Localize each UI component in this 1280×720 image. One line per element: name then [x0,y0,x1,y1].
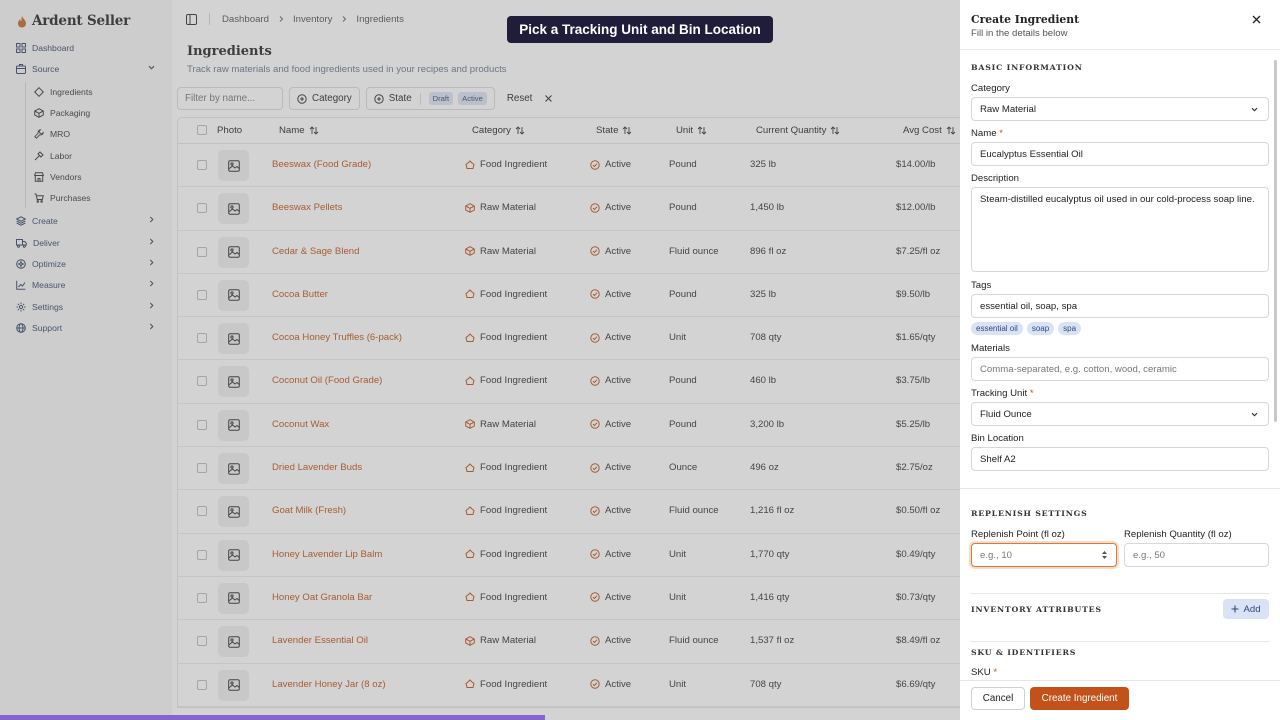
bin-location-value: Shelf A2 [980,453,1016,465]
required-marker: * [993,667,998,678]
materials-label: Materials [971,343,1010,354]
cancel-button[interactable]: Cancel [971,687,1025,710]
bin-location-label: Bin Location [971,433,1024,444]
description-label: Description [971,173,1019,184]
replenish-point-input[interactable]: e.g., 10 [971,543,1117,567]
tags-input[interactable]: essential oil, soap, spa [971,294,1269,318]
section-inventory-attributes: INVENTORY ATTRIBUTES [971,605,1102,614]
required-marker: * [1029,388,1034,399]
name-label: Name * [971,128,1003,139]
section-sku-identifiers: SKU & IDENTIFIERS [971,648,1077,657]
divider [960,49,1280,50]
description-value: Steam-distilled eucalyptus oil used in o… [980,194,1255,205]
create-ingredient-button[interactable]: Create Ingredient [1030,687,1129,710]
modal-backdrop[interactable] [0,0,960,720]
sku-label-text: SKU [971,667,991,678]
panel-scrollbar[interactable] [1274,60,1277,422]
replenish-quantity-label: Replenish Quantity (fl oz) [1124,529,1232,540]
materials-input[interactable]: Comma-separated, e.g. cotton, wood, cera… [971,357,1269,381]
tag-chip[interactable]: spa [1058,322,1082,335]
section-basic-information: BASIC INFORMATION [971,63,1083,72]
tracking-unit-select[interactable]: Fluid Ounce [971,402,1269,426]
required-marker: * [999,128,1003,139]
sku-label: SKU * [971,667,997,678]
category-select[interactable]: Raw Material [971,97,1269,121]
name-label-text: Name [971,128,997,139]
tags-label: Tags [971,280,992,291]
panel-subtitle: Fill in the details below [971,28,1068,39]
close-icon[interactable] [1252,15,1261,24]
name-input[interactable]: Eucalyptus Essential Oil [971,142,1269,166]
tracking-unit-label: Tracking Unit * [971,388,1034,399]
add-label: Add [1243,603,1261,615]
tag-chip[interactable]: soap [1026,322,1055,335]
bin-location-input[interactable]: Shelf A2 [971,447,1269,471]
add-attribute-button[interactable]: Add [1223,599,1269,619]
category-label: Category [971,83,1010,94]
instruction-tooltip: Pick a Tracking Unit and Bin Location [507,16,773,43]
divider [971,641,1269,642]
replenish-quantity-placeholder: e.g., 50 [1133,549,1166,561]
plus-icon [1231,605,1239,613]
replenish-point-label: Replenish Point (fl oz) [971,529,1065,540]
name-value: Eucalyptus Essential Oil [980,148,1083,160]
tracking-unit-label-text: Tracking Unit [971,388,1028,399]
section-replenish-settings: REPLENISH SETTINGS [971,509,1088,518]
create-ingredient-panel: Create Ingredient Fill in the details be… [960,0,1280,720]
divider [960,488,1280,489]
panel-title: Create Ingredient [971,13,1080,26]
category-value: Raw Material [980,103,1036,115]
tag-list: essential oil soap spa [971,322,1082,335]
divider [971,593,1269,594]
chevron-down-icon [1250,410,1259,419]
replenish-quantity-input[interactable]: e.g., 50 [1124,543,1269,567]
tracking-unit-value: Fluid Ounce [980,408,1032,420]
materials-placeholder: Comma-separated, e.g. cotton, wood, cera… [980,363,1177,375]
panel-footer: Cancel Create Ingredient [960,680,1280,720]
replenish-point-placeholder: e.g., 10 [980,549,1013,561]
tag-chip[interactable]: essential oil [971,322,1023,335]
chevron-down-icon [1250,105,1259,114]
stepper-icon[interactable] [1101,549,1108,561]
description-textarea[interactable]: Steam-distilled eucalyptus oil used in o… [971,187,1269,272]
tags-value: essential oil, soap, spa [980,300,1078,312]
